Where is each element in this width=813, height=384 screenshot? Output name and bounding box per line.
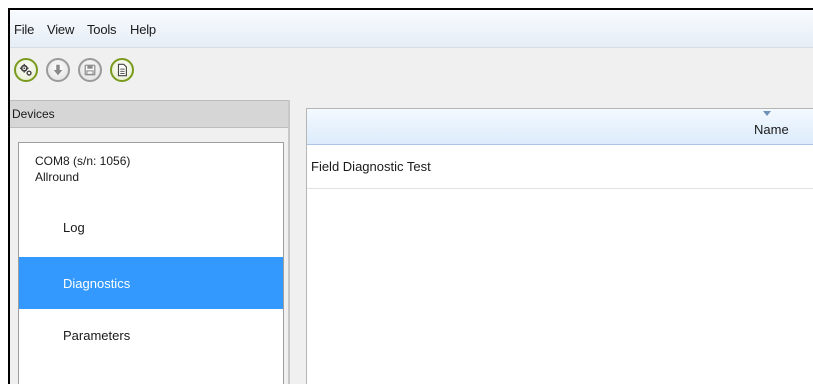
tree-item-label: Log (63, 219, 85, 235)
menu-help[interactable]: Help (130, 22, 156, 37)
save-icon (84, 64, 96, 76)
table-row[interactable]: Field Diagnostic Test (307, 145, 813, 189)
gears-icon (19, 63, 32, 76)
document-icon (117, 63, 127, 77)
diagnostics-list: Name Field Diagnostic Test (306, 108, 813, 384)
menu-view[interactable]: View (47, 22, 74, 37)
download-icon (53, 64, 63, 76)
menu-bar: File View Tools Help (10, 10, 813, 48)
sort-arrow-icon (763, 111, 771, 116)
menu-file[interactable]: File (14, 22, 34, 37)
device-port-label: COM8 (s/n: 1056) (35, 154, 131, 168)
app-window: File View Tools Help Devices COM8 (s/n: … (8, 8, 813, 384)
tree-item-label: Diagnostics (63, 275, 131, 291)
tree-item-diagnostics[interactable]: Diagnostics (19, 257, 283, 309)
download-button[interactable] (46, 58, 70, 82)
settings-button[interactable] (14, 58, 38, 82)
panel-splitter[interactable] (288, 100, 290, 384)
device-tree: COM8 (s/n: 1056) Allround Log Diagnostic… (18, 142, 284, 384)
menu-tools[interactable]: Tools (87, 22, 117, 37)
toolbar (10, 48, 813, 100)
column-header-name[interactable]: Name (307, 109, 813, 145)
column-header-label: Name (754, 122, 789, 137)
row-name-cell: Field Diagnostic Test (311, 159, 431, 174)
report-button[interactable] (110, 58, 134, 82)
tree-item-parameters[interactable]: Parameters (19, 309, 283, 361)
devices-panel-header: Devices (10, 100, 288, 128)
tree-item-label: Parameters (63, 327, 131, 343)
tree-item-log[interactable]: Log (19, 201, 283, 253)
device-node[interactable]: COM8 (s/n: 1056) Allround (35, 153, 130, 185)
device-model-label: Allround (35, 170, 80, 184)
save-button[interactable] (78, 58, 102, 82)
